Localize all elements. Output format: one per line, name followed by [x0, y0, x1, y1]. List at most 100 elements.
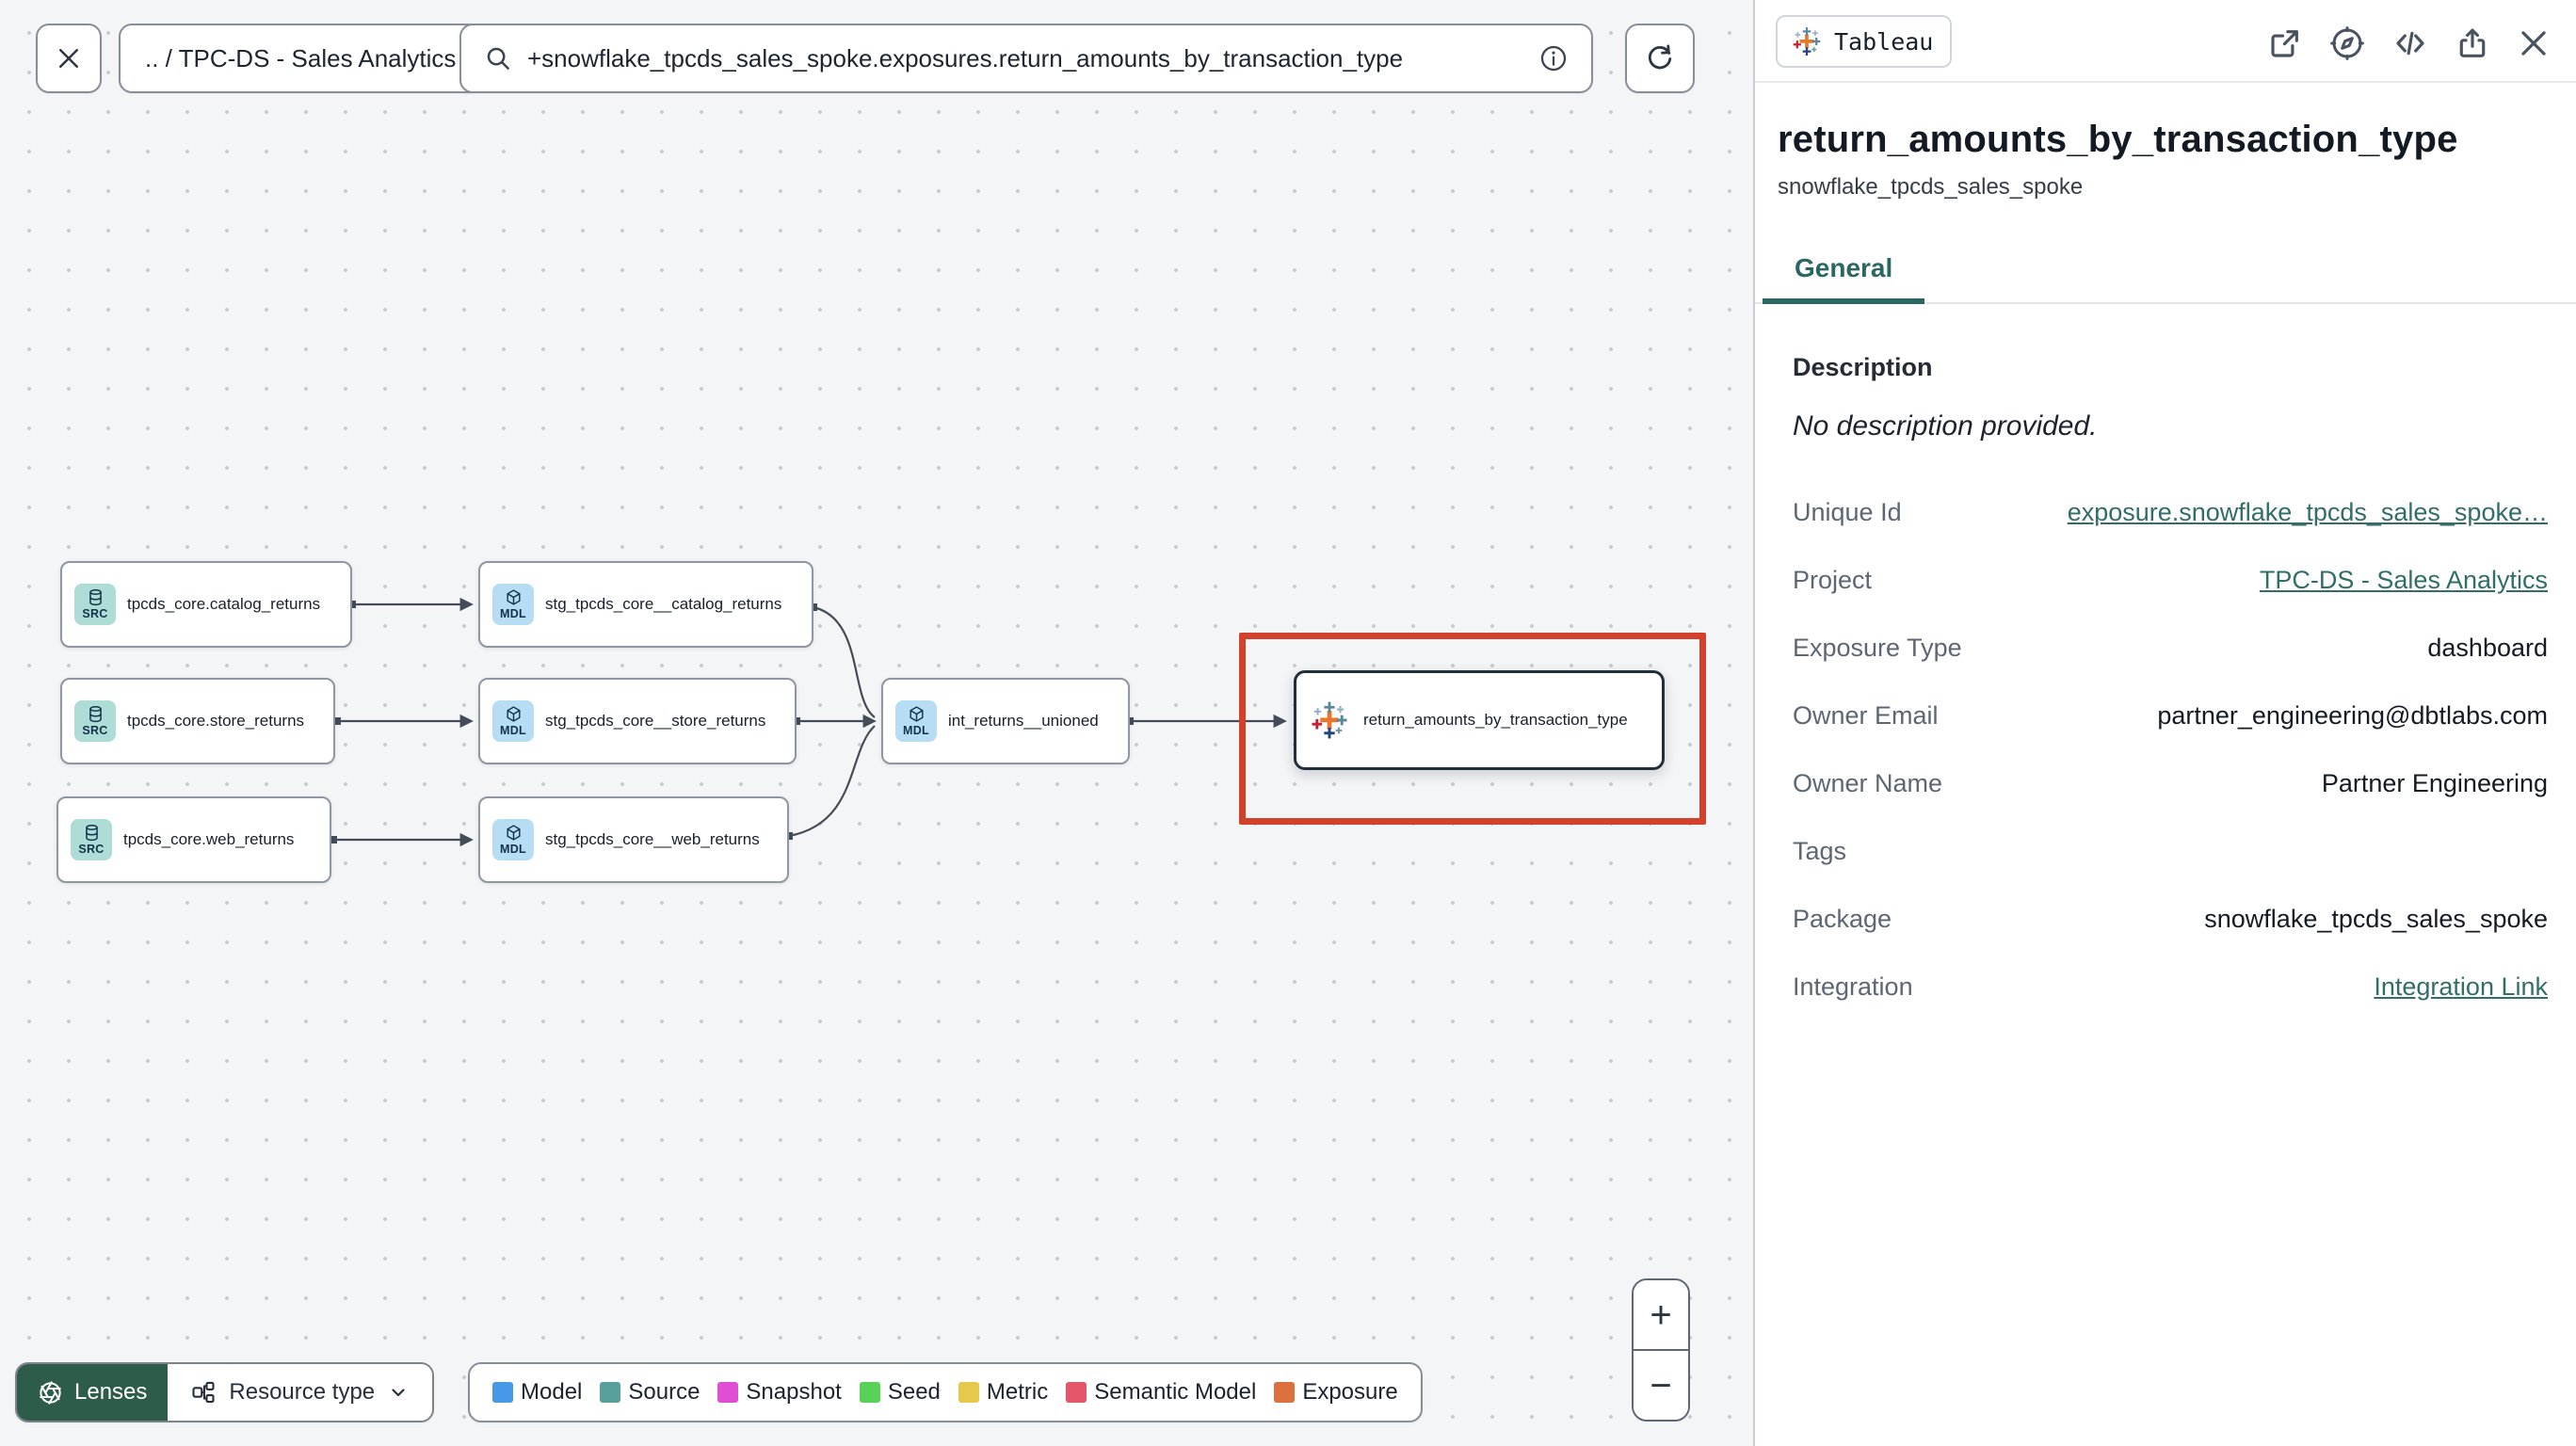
database-icon: [83, 824, 101, 842]
panel-tabs: General: [1755, 253, 2576, 304]
field-label: Integration: [1793, 972, 1913, 1001]
database-icon: [87, 588, 105, 606]
graph-node-stg-store-returns[interactable]: MDL stg_tpcds_core__store_returns: [478, 678, 797, 764]
node-label: int_returns__unioned: [948, 712, 1099, 730]
field-label: Package: [1793, 904, 1892, 933]
graph-node-int-returns-unioned[interactable]: MDL int_returns__unioned: [881, 678, 1130, 764]
resource-type-label: Resource type: [229, 1379, 376, 1405]
node-label: stg_tpcds_core__store_returns: [545, 712, 766, 730]
hierarchy-icon: [190, 1379, 217, 1406]
field-row-integration: Integration Integration Link: [1793, 953, 2548, 1020]
field-row-owner-name: Owner Name Partner Engineering: [1793, 749, 2548, 817]
close-panel-icon[interactable]: [2516, 25, 2552, 61]
field-value: snowflake_tpcds_sales_spoke: [2204, 904, 2548, 933]
field-row-unique-id: Unique Id exposure.snowflake_tpcds_sales…: [1793, 478, 2548, 546]
panel-body: Description No description provided. Uni…: [1755, 353, 2576, 1020]
lineage-search-bar: [459, 24, 1593, 93]
chevron-down-icon: [387, 1381, 410, 1404]
legend-swatch: [1066, 1382, 1087, 1403]
badge-label: SRC: [78, 843, 105, 856]
lineage-canvas[interactable]: SRC tpcds_core.catalog_returns SRC tpcds…: [0, 0, 1753, 1446]
exposure-type-chip: Tableau: [1776, 15, 1953, 68]
source-badge: SRC: [71, 819, 112, 860]
field-row-project: Project TPC-DS - Sales Analytics: [1793, 546, 2548, 614]
source-badge: SRC: [74, 584, 116, 625]
type-chip-label: Tableau: [1834, 27, 1934, 56]
zoom-in-button[interactable]: +: [1634, 1280, 1688, 1351]
legend-swatch: [1274, 1382, 1296, 1403]
metadata-fields: Unique Id exposure.snowflake_tpcds_sales…: [1793, 478, 2548, 1020]
breadcrumb[interactable]: .. / TPC-DS - Sales Analytics: [119, 24, 483, 93]
graph-node-stg-catalog-returns[interactable]: MDL stg_tpcds_core__catalog_returns: [478, 561, 813, 648]
panel-actions: [2267, 15, 2552, 62]
field-row-package: Package snowflake_tpcds_sales_spoke: [1793, 885, 2548, 953]
node-label: tpcds_core.catalog_returns: [127, 595, 321, 613]
node-label: return_amounts_by_transaction_type: [1363, 711, 1628, 729]
node-label: stg_tpcds_core__catalog_returns: [545, 595, 782, 613]
resource-package-subtitle: snowflake_tpcds_sales_spoke: [1778, 174, 2084, 200]
model-badge: MDL: [492, 584, 534, 625]
legend-swatch: [717, 1382, 739, 1403]
lenses-button[interactable]: Lenses: [17, 1364, 169, 1421]
lenses-label: Lenses: [74, 1379, 148, 1405]
legend-swatch: [492, 1382, 513, 1403]
field-label: Owner Email: [1793, 700, 1939, 730]
legend-swatch: [859, 1382, 880, 1403]
explore-compass-icon[interactable]: [2328, 24, 2366, 62]
badge-label: MDL: [903, 724, 929, 737]
legend-item: Source: [600, 1379, 700, 1406]
field-row-exposure-type: Exposure Type dashboard: [1793, 614, 2548, 682]
zoom-out-button[interactable]: −: [1634, 1351, 1688, 1420]
field-label: Owner Name: [1793, 768, 1943, 797]
integration-link[interactable]: Integration Link: [2374, 972, 2548, 1002]
tab-general[interactable]: General: [1763, 253, 1925, 304]
cube-icon: [908, 705, 926, 723]
database-icon: [87, 705, 105, 723]
details-panel: Tableau return_amounts_by_transaction_ty…: [1753, 0, 2576, 1446]
canvas-zoom-control: + −: [1632, 1278, 1690, 1422]
project-link[interactable]: TPC-DS - Sales Analytics: [2260, 566, 2548, 595]
graph-node-source-web-returns[interactable]: SRC tpcds_core.web_returns: [56, 796, 331, 883]
field-value: dashboard: [2427, 633, 2548, 662]
node-label: stg_tpcds_core__web_returns: [545, 830, 760, 848]
field-value: partner_engineering@dbtlabs.com: [2157, 700, 2548, 730]
breadcrumb-label: .. / TPC-DS - Sales Analytics: [145, 43, 457, 72]
field-row-tags: Tags: [1793, 817, 2548, 885]
field-label: Exposure Type: [1793, 633, 1962, 662]
cube-icon: [505, 705, 523, 723]
refresh-button[interactable]: [1625, 24, 1695, 93]
graph-node-source-catalog-returns[interactable]: SRC tpcds_core.catalog_returns: [60, 561, 352, 648]
unique-id-link[interactable]: exposure.snowflake_tpcds_sales_spoke…: [2068, 498, 2548, 527]
graph-node-stg-web-returns[interactable]: MDL stg_tpcds_core__web_returns: [478, 796, 789, 883]
legend-swatch: [958, 1382, 979, 1403]
lenses-control-group: Lenses Resource type: [15, 1362, 435, 1422]
info-icon[interactable]: [1538, 43, 1569, 73]
close-lineage-button[interactable]: [36, 24, 102, 93]
legend-item: Snapshot: [717, 1379, 842, 1406]
legend-item: Metric: [958, 1379, 1048, 1406]
field-label: Unique Id: [1793, 497, 1902, 526]
cube-icon: [505, 824, 523, 842]
description-heading: Description: [1793, 353, 1933, 381]
graph-node-source-store-returns[interactable]: SRC tpcds_core.store_returns: [60, 678, 335, 764]
model-badge: MDL: [895, 700, 937, 742]
node-label: tpcds_core.web_returns: [123, 830, 295, 848]
source-badge: SRC: [74, 700, 116, 742]
badge-label: SRC: [82, 607, 108, 620]
legend-item: Exposure: [1274, 1379, 1398, 1406]
resource-type-dropdown[interactable]: Resource type: [168, 1364, 433, 1421]
badge-label: MDL: [500, 607, 526, 620]
open-external-icon[interactable]: [2267, 25, 2303, 61]
search-icon: [484, 44, 512, 72]
model-badge: MDL: [492, 700, 534, 742]
badge-label: SRC: [82, 724, 108, 737]
search-input[interactable]: [527, 43, 1523, 73]
share-icon[interactable]: [2455, 25, 2490, 61]
legend-item: Semantic Model: [1066, 1379, 1256, 1406]
cube-icon: [505, 588, 523, 606]
tableau-icon: [1309, 699, 1350, 741]
model-badge: MDL: [492, 819, 534, 860]
details-panel-header: Tableau: [1755, 0, 2576, 68]
code-icon[interactable]: [2391, 24, 2429, 62]
graph-node-exposure-return-amounts[interactable]: return_amounts_by_transaction_type: [1294, 670, 1665, 770]
